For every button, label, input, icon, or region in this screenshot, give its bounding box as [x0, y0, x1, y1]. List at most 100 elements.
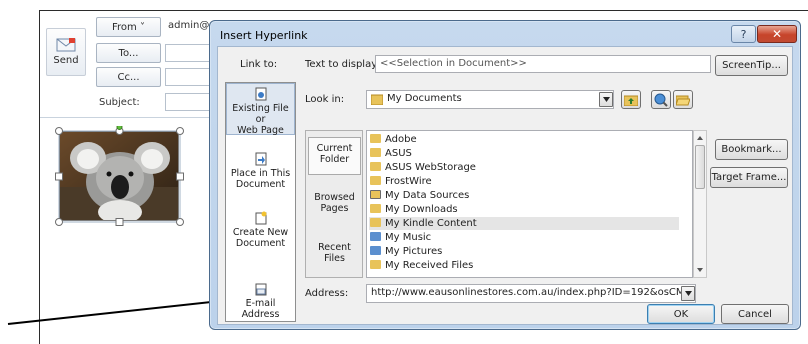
- address-label: Address:: [305, 288, 349, 299]
- folder-icon: [370, 218, 381, 227]
- link-to-email-address[interactable]: E-mail Address: [226, 279, 295, 320]
- link-to-label-2: Web Page: [237, 125, 284, 136]
- list-item[interactable]: Adobe: [369, 133, 679, 146]
- cc-button[interactable]: Cc...: [96, 67, 161, 87]
- music-folder-icon: [370, 232, 381, 241]
- file-name: My Kindle Content: [385, 218, 477, 229]
- chevron-down-icon: [684, 291, 692, 296]
- dialog-title: Insert Hyperlink: [220, 29, 308, 42]
- dialog-body: Link to: Existing File or Web Page Place…: [217, 46, 793, 325]
- list-item[interactable]: My Pictures: [369, 245, 679, 258]
- address-dropdown-arrow[interactable]: [681, 286, 695, 301]
- file-list[interactable]: Adobe ASUS ASUS WebStorage FrostWire My …: [366, 130, 693, 278]
- file-name: My Downloads: [385, 204, 458, 215]
- list-item[interactable]: ASUS: [369, 147, 679, 160]
- to-button[interactable]: To...: [96, 43, 161, 63]
- look-in-value: My Documents: [387, 93, 462, 104]
- open-folder-icon: [676, 95, 690, 105]
- new-document-icon: [255, 211, 266, 225]
- help-icon: ?: [740, 27, 747, 41]
- file-name: ASUS: [385, 148, 412, 159]
- link-to-create-new-document[interactable]: Create New Document: [226, 208, 295, 258]
- bookmark-button[interactable]: Bookmark...: [715, 139, 788, 160]
- compose-divider: [40, 117, 210, 118]
- link-to-label-1: E-mail Address: [241, 298, 280, 320]
- look-in-dropdown[interactable]: My Documents: [366, 90, 614, 109]
- list-item[interactable]: ASUS WebStorage: [369, 161, 679, 174]
- folder-icon: [370, 204, 381, 213]
- send-icon: [56, 38, 76, 52]
- link-to-label-1: Place in This: [230, 168, 291, 179]
- file-list-scrollbar[interactable]: [693, 130, 707, 278]
- browsed-pages-button[interactable]: Browsed Pages: [308, 187, 361, 230]
- send-button[interactable]: Send: [46, 28, 86, 76]
- cancel-button[interactable]: Cancel: [721, 304, 789, 324]
- scroll-down-icon: [697, 268, 703, 272]
- list-item[interactable]: My Kindle Content: [369, 217, 679, 230]
- help-button[interactable]: ?: [731, 25, 756, 43]
- target-frame-button[interactable]: Target Frame...: [710, 167, 788, 188]
- list-item[interactable]: My Received Files: [369, 259, 679, 272]
- globe-search-icon: [654, 93, 668, 107]
- scrollbar-thumb[interactable]: [695, 145, 705, 189]
- text-to-display-input[interactable]: <<Selection in Document>>: [375, 55, 711, 73]
- folder-icon: [370, 134, 381, 143]
- to-field[interactable]: [165, 44, 210, 62]
- up-one-folder-button[interactable]: [621, 90, 641, 109]
- browse-web-button[interactable]: [651, 90, 671, 109]
- text-to-display-label: Text to display:: [305, 59, 380, 70]
- up-folder-icon: [624, 95, 638, 106]
- place-in-document-icon: [255, 152, 266, 166]
- browse-label-2: Folder: [319, 154, 350, 165]
- link-to-label: Link to:: [240, 59, 278, 70]
- browse-label-2: Pages: [320, 203, 349, 214]
- browse-label-2: Files: [324, 253, 345, 264]
- link-to-label-1: Existing File or: [232, 103, 289, 125]
- look-in-dropdown-arrow[interactable]: [599, 92, 613, 107]
- send-label: Send: [53, 55, 79, 66]
- address-input[interactable]: http://www.eausonlinestores.com.au/index…: [366, 284, 696, 303]
- insert-hyperlink-dialog: Insert Hyperlink ? ✕ Link to: Existing F…: [209, 20, 801, 330]
- link-to-place-in-document[interactable]: Place in This Document: [226, 149, 295, 199]
- image-selection-handles[interactable]: [54, 126, 186, 228]
- close-icon: ✕: [771, 27, 783, 41]
- browse-panel: Current Folder Browsed Pages Recent File…: [305, 130, 363, 278]
- from-button[interactable]: From ˅: [96, 17, 161, 37]
- folder-icon: [370, 162, 381, 171]
- browse-label-1: Recent: [318, 242, 351, 253]
- link-to-panel: Existing File or Web Page Place in This …: [225, 82, 296, 322]
- recent-files-button[interactable]: Recent Files: [308, 237, 361, 280]
- subject-label: Subject:: [99, 97, 140, 108]
- current-folder-button[interactable]: Current Folder: [308, 137, 361, 175]
- folder-icon: [370, 260, 381, 269]
- chevron-down-icon: [602, 97, 610, 102]
- file-name: My Received Files: [385, 260, 474, 271]
- close-button[interactable]: ✕: [757, 25, 797, 43]
- link-to-label-1: Create New: [232, 227, 289, 238]
- scroll-up-icon: [697, 136, 703, 140]
- browse-label-1: Current: [316, 143, 353, 154]
- pictures-folder-icon: [370, 246, 381, 255]
- file-name: FrostWire: [385, 176, 432, 187]
- screentip-button[interactable]: ScreenTip...: [715, 55, 788, 76]
- link-to-label-2: Document: [235, 238, 286, 249]
- list-item[interactable]: FrostWire: [369, 175, 679, 188]
- look-in-label: Look in:: [305, 94, 345, 105]
- link-to-existing-file[interactable]: Existing File or Web Page: [226, 83, 295, 136]
- list-item[interactable]: My Downloads: [369, 203, 679, 216]
- subject-field[interactable]: [165, 93, 210, 111]
- browse-label-1: Browsed: [314, 192, 355, 203]
- browse-file-button[interactable]: [673, 90, 693, 109]
- data-sources-folder-icon: [370, 190, 381, 199]
- link-to-label-2: Document: [235, 179, 286, 190]
- folder-icon: [370, 148, 381, 157]
- folder-icon: [370, 176, 381, 185]
- file-name: My Pictures: [385, 246, 443, 257]
- file-name: ASUS WebStorage: [385, 162, 476, 173]
- cc-field[interactable]: [165, 68, 210, 86]
- file-name: My Data Sources: [385, 190, 470, 201]
- ok-button[interactable]: OK: [647, 304, 715, 324]
- list-item[interactable]: My Music: [369, 231, 679, 244]
- email-address-icon: [255, 283, 266, 296]
- list-item[interactable]: My Data Sources: [369, 189, 679, 202]
